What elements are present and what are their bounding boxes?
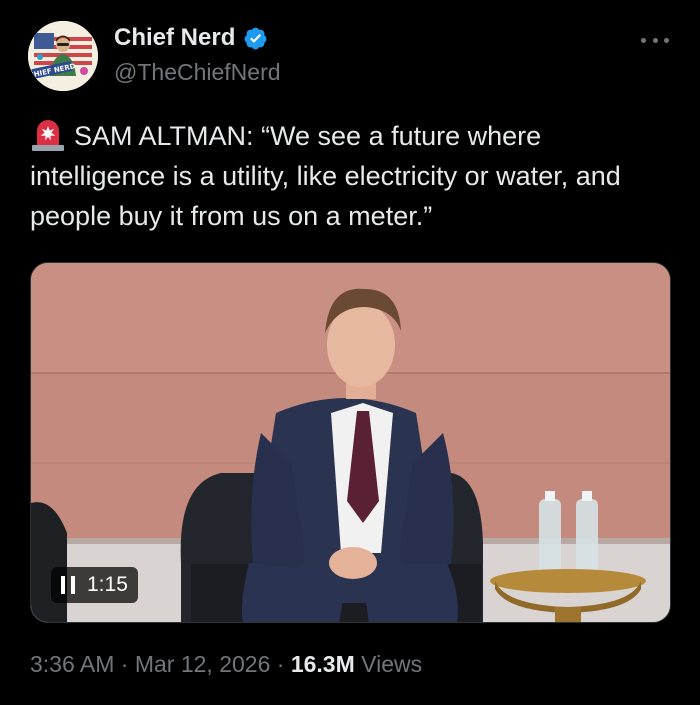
pause-bar [61,576,65,594]
dot [664,37,669,43]
pause-icon[interactable] [61,576,75,594]
dot [641,37,646,43]
verified-badge-icon[interactable] [243,26,268,51]
meta-separator: · [276,651,285,677]
avatar[interactable]: CHIEF NERD [28,21,98,91]
meta-separator: · [120,651,129,677]
views-count[interactable]: 16.3M [291,651,355,677]
video-duration: 1:15 [87,573,128,596]
author-handle[interactable]: @TheChiefNerd [114,59,281,86]
tweet-date[interactable]: Mar 12, 2026 [135,651,271,677]
tweet-body: SAM ALTMAN: “We see a future where intel… [30,121,621,231]
rotating-light-icon [30,117,66,151]
pause-bar [71,576,75,594]
tweet: CHIEF NERD Chief Nerd @TheChiefNerd SAM … [0,0,700,705]
dot [652,37,658,43]
views-label: Views [361,651,423,677]
tweet-time[interactable]: 3:36 AM [30,651,114,677]
video-player[interactable]: 1:15 [30,262,671,623]
display-name[interactable]: Chief Nerd [114,24,235,52]
tweet-meta: 3:36 AM · Mar 12, 2026 · 16.3M Views [30,651,422,678]
avatar-image: CHIEF NERD [28,21,98,91]
more-options-icon[interactable] [641,30,669,50]
video-controls[interactable]: 1:15 [51,567,138,603]
tweet-text: SAM ALTMAN: “We see a future where intel… [30,116,670,236]
author-name-row: Chief Nerd [114,24,268,52]
